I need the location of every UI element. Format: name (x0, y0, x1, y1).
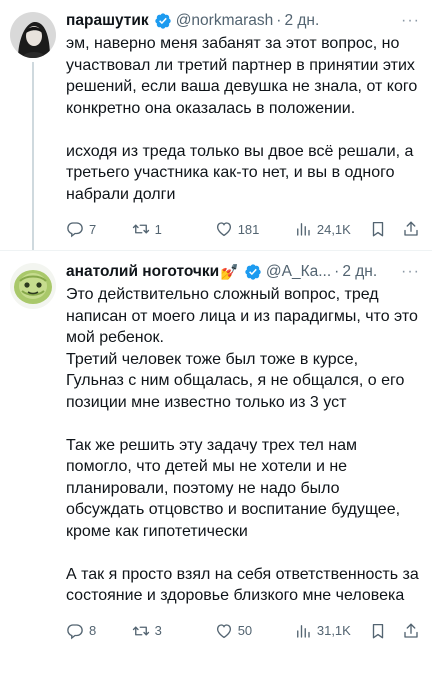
nail-polish-emoji: 💅 (220, 264, 239, 281)
retweet-count: 1 (154, 221, 162, 237)
retweet-icon (132, 626, 149, 635)
reply-icon (67, 623, 83, 639)
views-button[interactable]: 31,1K (294, 622, 369, 640)
share-icon (404, 221, 418, 236)
timestamp[interactable]: 2 дн. (284, 12, 319, 30)
more-options-icon[interactable]: ··· (401, 12, 420, 30)
more-options-icon[interactable]: ··· (401, 263, 420, 281)
reply-button[interactable]: 7 (66, 220, 132, 238)
reply-count: 7 (89, 221, 97, 237)
share-button[interactable] (402, 622, 420, 640)
tweet-text: Это действительно сложный вопрос, тред н… (66, 284, 420, 607)
tweet-paragraph: А так я просто взял на себя ответственно… (66, 565, 419, 605)
author-name[interactable]: парашутик (66, 12, 149, 30)
reply-count: 8 (89, 623, 97, 638)
like-icon (216, 222, 231, 237)
tweet-header: парашутик @norkmarash · 2 дн. ··· (66, 10, 420, 32)
author-handle[interactable]: @А_Ка... (266, 263, 331, 281)
views-icon (296, 223, 310, 236)
tweet[interactable]: анатолий ноготочки 💅 @А_Ка... · 2 дн. ··… (0, 251, 432, 646)
tweet-paragraph: Третий человек тоже был тоже в курсе, Гу… (66, 350, 405, 411)
tweet-paragraph: эм, наверно меня забанят за этот вопрос,… (66, 35, 418, 117)
bookmark-icon (372, 221, 384, 237)
reply-icon (67, 222, 83, 238)
reply-button[interactable]: 8 (66, 622, 132, 640)
bookmark-button[interactable] (369, 622, 402, 640)
retweet-icon (132, 224, 149, 234)
tweet-text: эм, наверно меня забанят за этот вопрос,… (66, 33, 420, 205)
tweet-actions: 7 1 181 24,1K (66, 214, 420, 244)
tweet-paragraph: Это действительно сложный вопрос, тред н… (66, 286, 418, 346)
verified-badge-icon (244, 263, 262, 281)
avatar[interactable] (10, 263, 56, 309)
tweet-paragraph: исходя из треда только вы двое всё решал… (66, 142, 414, 203)
tweet-actions: 8 3 50 31,1K (66, 616, 420, 646)
like-icon (216, 623, 231, 638)
thread-line (32, 62, 34, 250)
separator: · (276, 12, 282, 29)
like-count: 50 (237, 623, 253, 638)
author-handle[interactable]: @norkmarash (176, 12, 274, 30)
avatar[interactable] (10, 12, 56, 58)
like-button[interactable]: 50 (215, 622, 294, 640)
retweet-button[interactable]: 1 (132, 220, 215, 238)
like-button[interactable]: 181 (215, 220, 294, 238)
bookmark-button[interactable] (369, 220, 402, 238)
views-button[interactable]: 24,1K (294, 220, 369, 238)
author-name[interactable]: анатолий ноготочки (66, 263, 219, 281)
share-icon (404, 623, 418, 638)
tweet-paragraph: Так же решить эту задачу трех тел нам по… (66, 436, 401, 540)
tweet[interactable]: парашутик @norkmarash · 2 дн. ··· эм, на… (0, 0, 432, 250)
views-count: 31,1K (316, 623, 351, 638)
separator: · (334, 263, 340, 280)
tweet-header: анатолий ноготочки 💅 @А_Ка... · 2 дн. ··… (66, 261, 420, 283)
timestamp[interactable]: 2 дн. (342, 263, 377, 281)
retweet-button[interactable]: 3 (132, 622, 215, 640)
views-count: 24,1K (316, 221, 351, 237)
views-icon (296, 624, 310, 638)
retweet-count: 3 (154, 623, 162, 638)
verified-badge-icon (154, 12, 172, 30)
bookmark-icon (372, 623, 384, 638)
like-count: 181 (237, 221, 260, 237)
share-button[interactable] (402, 220, 420, 238)
